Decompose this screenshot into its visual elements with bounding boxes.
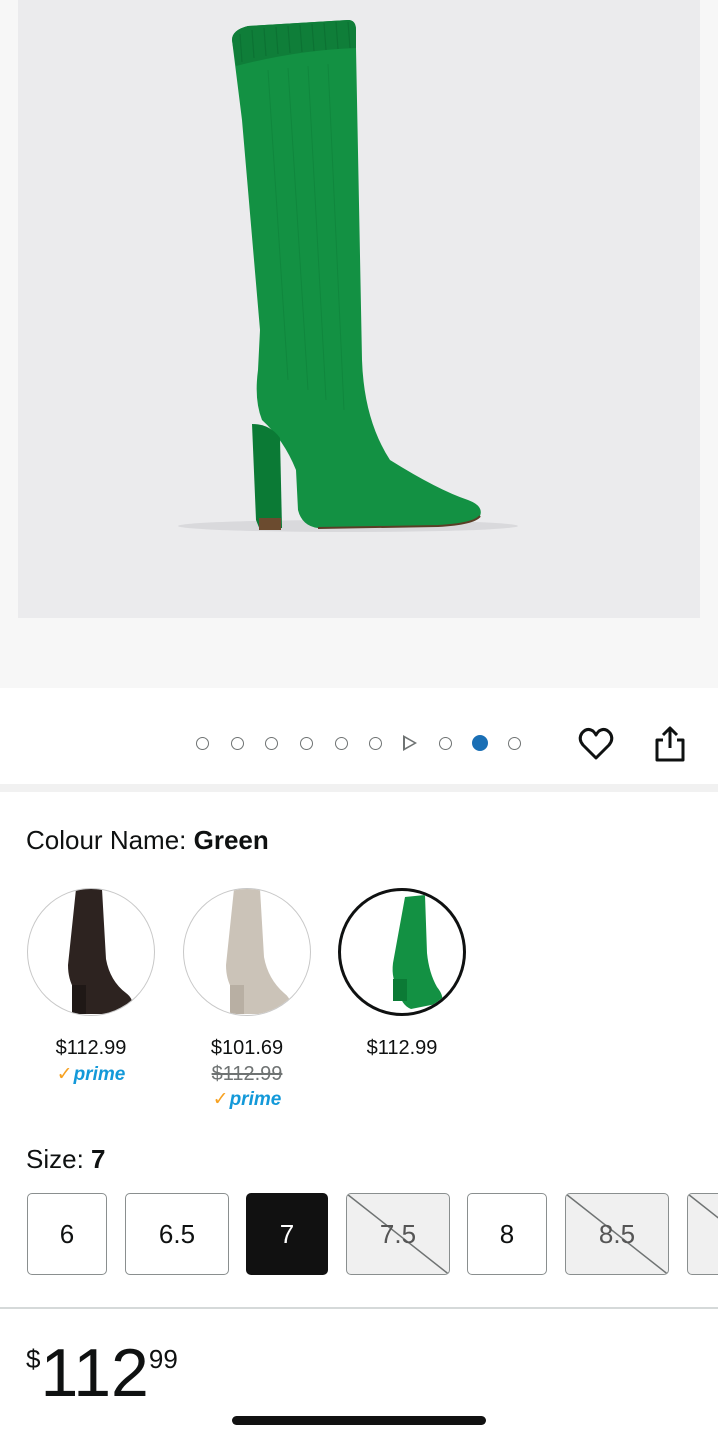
carousel-dot[interactable] [300,737,313,750]
size-option-8[interactable]: 8 [467,1193,547,1275]
home-indicator[interactable] [232,1416,486,1425]
size-option-8-5-unavailable[interactable]: 8.5 [565,1193,669,1275]
size-option-6[interactable]: 6 [27,1193,107,1275]
image-carousel-controls [0,688,718,788]
size-label: Size: 7 [26,1144,106,1174]
prime-badge: ✓prime [212,1089,282,1110]
beige-boot-thumbnail [226,889,291,1014]
prime-badge: ✓prime [56,1064,126,1085]
colour-swatch-beige[interactable] [183,888,311,1016]
green-boot-thumbnail [392,895,443,1009]
colour-swatch-green-selected[interactable] [338,888,466,1016]
green-knee-high-boot-image [178,20,518,532]
product-image-area[interactable] [0,0,718,688]
size-option-7-selected[interactable]: 7 [246,1193,328,1275]
carousel-dot[interactable] [508,737,521,750]
section-divider [0,784,718,792]
carousel-dot[interactable] [335,737,348,750]
prime-check-icon: ✓ [56,1064,73,1085]
carousel-dot[interactable] [369,737,382,750]
carousel-dot[interactable] [265,737,278,750]
size-option-next-unavailable[interactable] [687,1193,718,1275]
video-play-icon[interactable] [403,735,417,751]
colour-price: $112.99 [366,1037,438,1059]
colour-price-was: $112.99 [211,1063,283,1085]
prime-check-icon: ✓ [212,1089,229,1110]
carousel-dot[interactable] [231,737,244,750]
size-option-7-5-unavailable[interactable]: 7.5 [346,1193,450,1275]
size-option-6-5[interactable]: 6.5 [125,1193,229,1275]
carousel-dot[interactable] [439,737,452,750]
colour-price: $101.69 [210,1037,284,1059]
carousel-dot-active[interactable] [472,735,488,751]
product-price: $11299 [26,1338,178,1408]
carousel-dot[interactable] [196,737,209,750]
divider [0,1307,718,1309]
colour-name-value: Green [193,825,269,855]
share-icon[interactable] [650,724,690,764]
size-value: 7 [91,1144,106,1174]
unavailable-strike-icon [688,1194,718,1219]
colour-price: $112.99 [55,1037,127,1059]
price-currency: $ [26,1344,41,1374]
product-image[interactable] [18,0,700,618]
colour-name-label: Colour Name: Green [26,825,269,855]
price-fraction: 99 [148,1344,178,1374]
heart-icon[interactable] [576,724,616,764]
colour-swatch-brown[interactable] [27,888,155,1016]
brown-boot-thumbnail [68,889,133,1014]
price-whole: 112 [40,1335,149,1411]
